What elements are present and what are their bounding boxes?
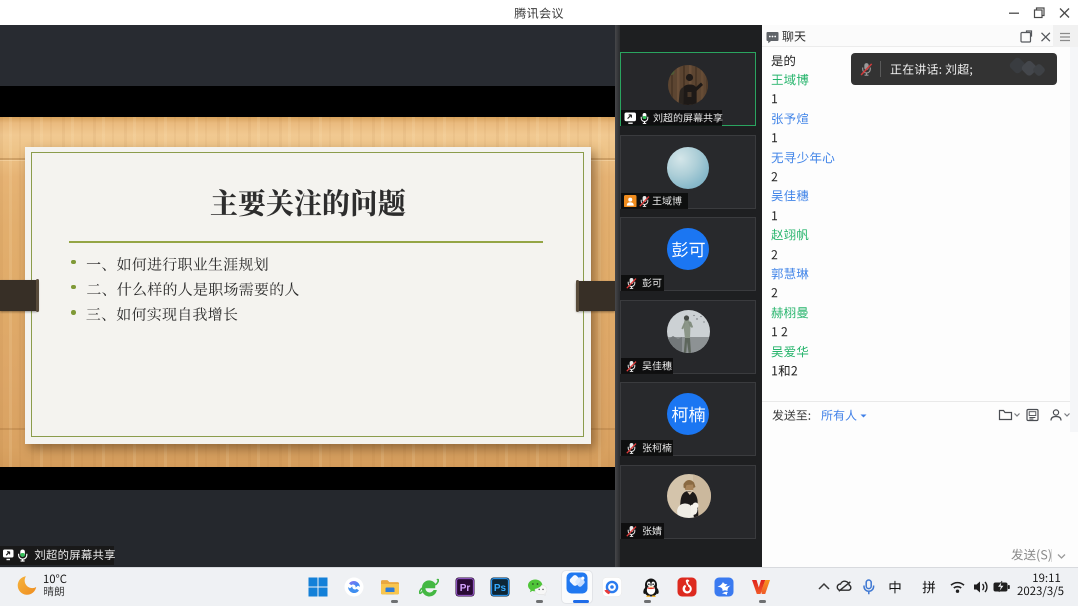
svg-text:Ps: Ps xyxy=(494,583,507,594)
svg-text:Pr: Pr xyxy=(460,583,471,594)
